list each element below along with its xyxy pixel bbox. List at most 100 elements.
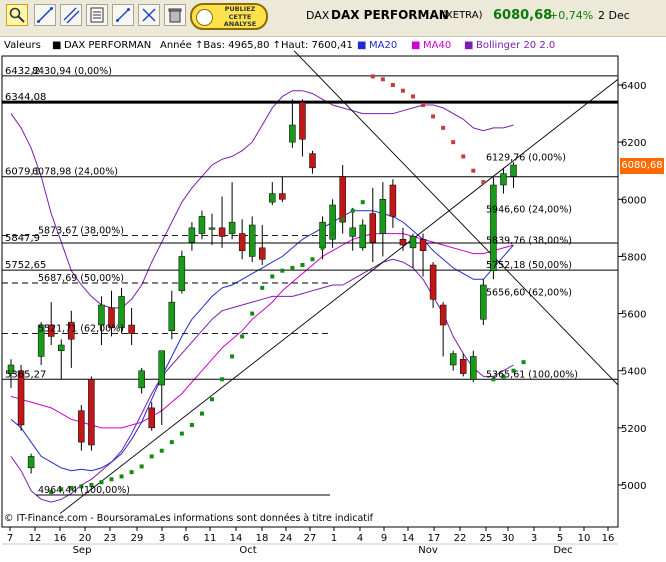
sar-dot [210,397,214,402]
candle-body [349,227,356,237]
fib-left-label: 4964,44 (100,00%) [38,485,130,496]
sar-dot [300,263,305,267]
y-tick-label: 5400 [621,367,646,378]
candle-body [399,239,407,246]
candle-body [269,193,276,203]
candle-body [228,221,236,234]
x-tick-label: 29 [131,533,144,544]
x-tick-label: 16 [602,533,615,544]
candle-body [78,410,85,443]
fib-left-label: 5687,69 (50,00%) [38,273,124,284]
sar-dot [370,74,375,79]
x-tick-label: 24 [280,533,293,544]
x-tick-label: 27 [304,533,317,544]
candle-body [359,224,366,249]
sar-dot [360,200,365,205]
x-tick-label: 14 [402,533,415,544]
x-month-label: Dec [553,545,572,556]
candle-body [500,173,507,186]
sar-dot [119,474,124,479]
y-tick-label: 6200 [621,138,646,149]
candle-body [248,224,256,257]
candle-body [98,304,105,326]
x-tick-label: 30 [502,533,515,544]
x-month-label: Oct [239,545,256,556]
candle-body [339,176,346,223]
bollinger-lower-line [10,258,514,503]
y-tick-label: 5200 [621,424,646,435]
x-tick-label: 22 [454,533,467,544]
fib-right-label: 5365,61 (100,00%) [486,369,578,380]
level-label: 5752,65 [5,260,46,271]
sar-dot [400,88,405,93]
x-tick-label: 12 [29,533,42,544]
x-month-label: Sep [73,545,92,556]
x-tick-label: 18 [256,533,269,544]
sar-dot [179,431,184,436]
y-tick-label: 6000 [621,195,646,206]
candle-body [309,153,316,169]
candle-body [168,301,176,331]
sar-dot [521,360,526,365]
candle-body [188,227,196,243]
sar-dot [280,268,285,273]
fib-right-label: 6129,76 (0,00%) [486,152,566,163]
x-tick-label: 6 [183,533,189,544]
x-month-label: Nov [418,545,438,556]
candle-body [148,407,155,429]
sar-dot [169,440,174,445]
candle-body [429,264,437,300]
sar-dot [139,464,144,469]
sar-dot [461,154,466,159]
fib-right-label: 5752,18 (50,00%) [486,260,572,271]
candle-body [460,359,467,374]
price-chart: 6432,26344,086079,15847,95752,655365,278… [1,50,646,556]
fib-left-label: 5521,71 (62,00%) [38,324,124,335]
y-tick-label: 5600 [621,310,646,321]
x-tick-label: 7 [7,533,13,544]
sar-dot [220,377,225,382]
candle-body [279,193,286,200]
candle-body [88,379,95,446]
y-tick-label: 6400 [621,81,646,92]
sar-dot [431,114,436,119]
x-tick-label: 4 [357,533,363,544]
candle-body [389,184,397,217]
fib-left-label: 6078,98 (24,00%) [32,167,118,178]
footer-disclaimer: © IT-Finance.com - BoursoramaLes informa… [4,513,374,524]
candle-body [409,236,417,249]
sar-dot [159,448,164,453]
x-tick-label: 10 [578,533,591,544]
x-tick-label: 16 [54,533,67,544]
level-label: 5847,9 [5,233,40,244]
sar-dot [350,208,355,213]
candle-body [178,256,186,291]
x-tick-label: 20 [79,533,92,544]
x-tick-label: 17 [428,533,441,544]
current-price-tag: 6080,68 [620,158,664,174]
sar-dot [441,125,446,130]
sar-dot [471,168,476,173]
candle-body [218,227,226,237]
fib-right-label: 5656,60 (62,00%) [486,288,572,299]
sar-dot [390,83,395,87]
candle-body [289,124,296,143]
level-label: 5365,27 [5,369,46,380]
sar-dot [330,231,335,236]
sar-dot [451,140,456,145]
sar-dot [320,245,325,250]
candle-body [490,184,497,271]
sar-dot [421,103,426,107]
x-tick-label: 1 [331,533,337,544]
candle-body [439,304,447,326]
fib-right-label: 5946,60 (24,00%) [486,205,572,216]
sar-dot [380,77,385,82]
sar-dot [270,274,275,279]
x-tick-label: 3 [531,533,537,544]
sar-dot [109,477,114,482]
x-tick-label: 25 [480,533,493,544]
sar-dot [129,470,134,475]
sar-dot [199,411,204,416]
sar-dot [310,257,315,262]
candle-body [449,353,457,366]
